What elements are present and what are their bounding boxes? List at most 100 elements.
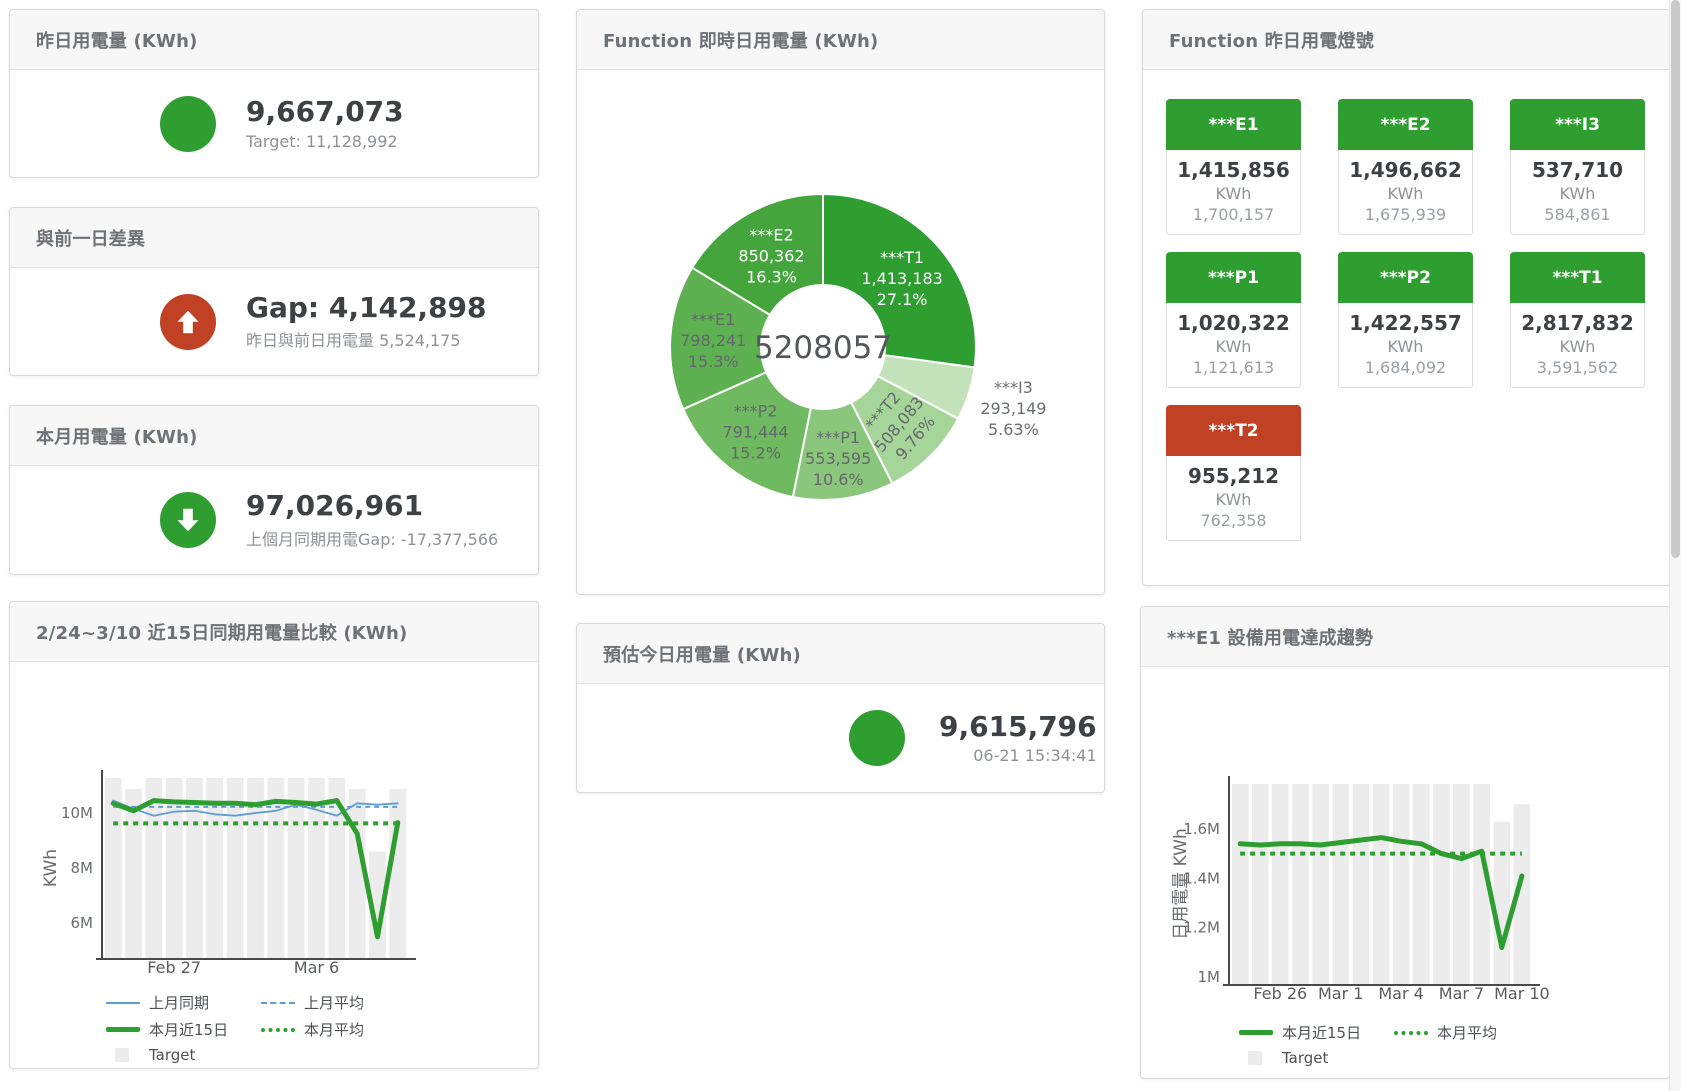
legend-item[interactable]: 本月近15日 <box>106 1019 261 1040</box>
x-tick-label: Mar 1 <box>1318 984 1363 1003</box>
panel-today-estimate: 預估今日用電量 (KWh) 9,615,796 06-21 15:34:41 <box>576 623 1105 793</box>
status-circle-up-arrow-icon <box>160 294 216 350</box>
panel-header: 與前一日差異 <box>10 208 538 268</box>
legend-item[interactable]: Target <box>106 1046 261 1064</box>
tile-value: 955,212 <box>1167 464 1300 488</box>
target-bar <box>1453 784 1470 984</box>
target-bar <box>1312 784 1329 984</box>
scrollbar-thumb[interactable] <box>1671 0 1680 558</box>
legend-label: 本月平均 <box>304 1019 364 1040</box>
device-tile: ***P2 1,422,557 KWh 1,684,092 <box>1338 252 1473 388</box>
legend-item[interactable]: 本月平均 <box>261 1019 416 1040</box>
kpi-timestamp: 06-21 15:34:41 <box>939 746 1097 765</box>
kpi-row: 9,667,073 Target: 11,128,992 <box>10 70 538 177</box>
target-bar <box>1252 784 1269 984</box>
legend-item[interactable]: 本月平均 <box>1394 1022 1549 1043</box>
panel-yesterday-lights: Function 昨日用電燈號 ***E11,415,856KWh1,700,1… <box>1142 9 1671 586</box>
tile-value: 1,020,322 <box>1167 311 1300 335</box>
tile-value: 2,817,832 <box>1511 311 1644 335</box>
status-circle-down-arrow-icon <box>160 492 216 548</box>
target-bar <box>1232 784 1249 984</box>
x-tick-label: Feb 27 <box>147 958 201 977</box>
kpi-row: 97,026,961 上個月同期用電Gap: -17,377,566 <box>10 466 538 574</box>
legend-label: Target <box>149 1046 195 1064</box>
tile-header: ***E1 <box>1166 99 1301 150</box>
panel-yesterday-usage: 昨日用電量 (KWh) 9,667,073 Target: 11,128,992 <box>9 9 539 178</box>
panel-title[interactable]: Function 昨日用電燈號 <box>1169 27 1374 53</box>
y-tick-label: 8M <box>71 859 94 877</box>
up-arrow-icon <box>173 307 203 337</box>
device-tile: ***E21,496,662KWh1,675,939 <box>1338 99 1473 235</box>
legend-item[interactable]: Target <box>1239 1049 1394 1067</box>
donut-chart: ***T11,413,18327.1%***I3293,1495.63%***T… <box>577 70 1104 593</box>
vertical-scrollbar[interactable] <box>1669 0 1681 1091</box>
panel-header: 2/24~3/10 近15日同期用電量比較 (KWh) <box>10 602 538 662</box>
kpi-text: 9,615,796 06-21 15:34:41 <box>939 711 1097 765</box>
donut-center-total: 5208057 <box>754 330 892 366</box>
legend-item[interactable]: 本月近15日 <box>1239 1022 1394 1043</box>
target-bar <box>166 778 183 958</box>
panel-title[interactable]: 預估今日用電量 (KWh) <box>603 641 801 667</box>
panel-body: 9,615,796 06-21 15:34:41 <box>577 684 1104 792</box>
tile-value: 1,422,557 <box>1339 311 1472 335</box>
panel-title[interactable]: 昨日用電量 (KWh) <box>36 27 198 53</box>
target-bar <box>1433 784 1450 984</box>
tile-unit: KWh <box>1339 337 1472 356</box>
panel-month-usage: 本月用電量 (KWh) 97,026,961 上個月同期用電Gap: -17,3… <box>9 405 539 575</box>
tile-unit: KWh <box>1511 184 1644 203</box>
tile-body: 1,496,662KWh1,675,939 <box>1338 150 1473 235</box>
target-bar <box>389 789 406 958</box>
panel-e1-trend: ***E1 設備用電達成趨勢 1M1.2M1.4M1.6MFeb 26Mar 1… <box>1140 606 1670 1079</box>
tile-header: ***P2 <box>1338 252 1473 303</box>
tile-target-value: 762,358 <box>1167 511 1300 530</box>
legend-label: 本月平均 <box>1437 1022 1497 1043</box>
dashboard-page: { "colors": { "green": "#2f9e31", "red":… <box>0 0 1681 1091</box>
tile-header: ***I3 <box>1510 99 1645 150</box>
tile-target-value: 1,675,939 <box>1339 205 1472 224</box>
tile-unit: KWh <box>1511 337 1644 356</box>
e1-trend-chart-legend: 本月近15日 本月平均 Target <box>1141 1022 1669 1067</box>
kpi-subtext: 上個月同期用電Gap: -17,377,566 <box>246 526 498 550</box>
tile-target-value: 1,700,157 <box>1167 205 1300 224</box>
x-tick-label: Mar 4 <box>1378 984 1423 1003</box>
panel-body: ***T11,413,18327.1%***I3293,1495.63%***T… <box>577 70 1104 594</box>
panel-header: Function 昨日用電燈號 <box>1143 10 1670 70</box>
status-circle <box>160 96 216 152</box>
legend-swatch-box-icon <box>1248 1051 1262 1065</box>
tile-target-value: 1,684,092 <box>1339 358 1472 377</box>
legend-swatch-solid-icon <box>106 1002 140 1004</box>
x-tick-label: Feb 26 <box>1253 984 1307 1003</box>
legend-item[interactable]: 上月平均 <box>261 992 416 1013</box>
legend-swatch-thick-icon <box>1239 1030 1273 1035</box>
legend-label: Target <box>1282 1049 1328 1067</box>
y-axis-title: KWh <box>41 849 61 887</box>
tile-body: 537,710 KWh 584,861 <box>1510 150 1645 235</box>
down-arrow-icon <box>173 505 203 535</box>
legend-row: Target <box>106 1046 538 1064</box>
panel-body: 1M1.2M1.4M1.6MFeb 26Mar 1Mar 4Mar 7Mar 1… <box>1141 667 1669 1078</box>
panel-title[interactable]: ***E1 設備用電達成趨勢 <box>1167 624 1373 650</box>
tile-target-value: 584,861 <box>1511 205 1644 224</box>
panel-body: 9,667,073 Target: 11,128,992 <box>10 70 538 177</box>
kpi-subtext: Target: 11,128,992 <box>246 132 404 151</box>
target-bar <box>1393 784 1410 984</box>
tile-header: ***E2 <box>1338 99 1473 150</box>
kpi-text: 97,026,961 上個月同期用電Gap: -17,377,566 <box>246 490 498 549</box>
tile-body: 1,422,557 KWh 1,684,092 <box>1338 303 1473 388</box>
legend-label: 本月近15日 <box>149 1019 228 1040</box>
y-tick-label: 1M <box>1198 968 1221 986</box>
tile-value: 1,496,662 <box>1339 158 1472 182</box>
legend-label: 上月平均 <box>304 992 364 1013</box>
y-tick-label: 6M <box>71 914 94 932</box>
kpi-row: 9,615,796 06-21 15:34:41 <box>577 684 1104 792</box>
panel-header: 昨日用電量 (KWh) <box>10 10 538 70</box>
panel-title[interactable]: Function 即時日用電量 (KWh) <box>603 27 878 53</box>
panel-title[interactable]: 本月用電量 (KWh) <box>36 423 198 449</box>
legend-label: 上月同期 <box>149 992 209 1013</box>
tile-value: 537,710 <box>1511 158 1644 182</box>
legend-item[interactable]: 上月同期 <box>106 992 261 1013</box>
target-bar <box>1272 784 1289 984</box>
panel-title[interactable]: 2/24~3/10 近15日同期用電量比較 (KWh) <box>36 619 407 645</box>
legend-swatch-dots-icon <box>1394 1031 1428 1035</box>
panel-title[interactable]: 與前一日差異 <box>36 225 145 251</box>
